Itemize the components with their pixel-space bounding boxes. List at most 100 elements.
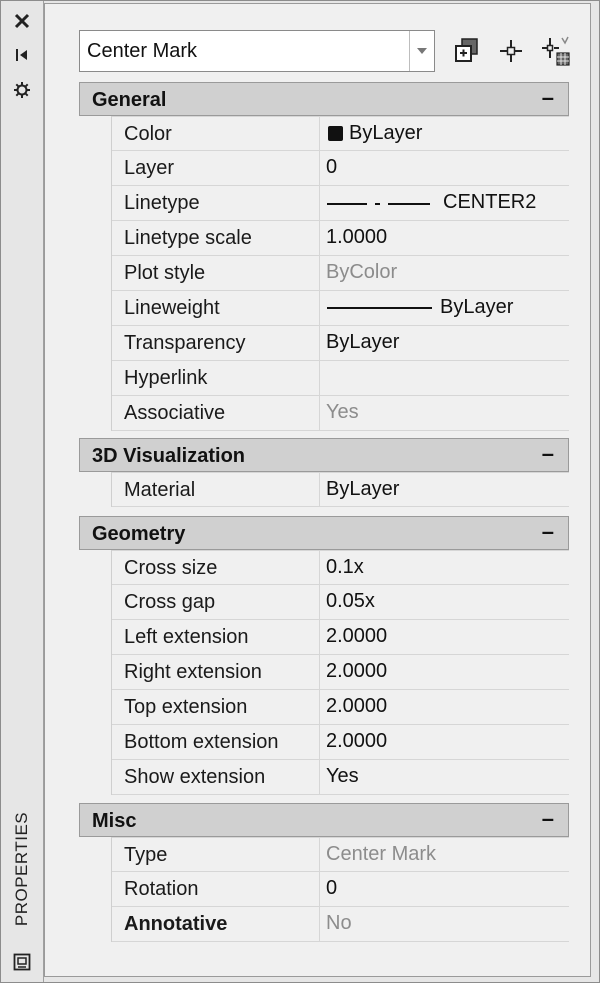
property-value-cross-size[interactable]: 0.1x: [319, 551, 569, 585]
property-value-text: ByLayer: [326, 331, 400, 353]
property-value-text: 2.0000: [326, 695, 388, 717]
property-row-bottom-extension[interactable]: Bottom extension 2.0000: [112, 725, 569, 760]
property-row-type[interactable]: Type Center Mark: [112, 837, 569, 872]
property-value-color[interactable]: ByLayer: [319, 117, 569, 151]
property-row-right-extension[interactable]: Right extension 2.0000: [112, 655, 569, 690]
palette-title: PROPERTIES: [7, 806, 37, 931]
property-label: Rotation: [124, 878, 199, 900]
section-3d-visualization-rows: Material ByLayer: [111, 472, 569, 507]
property-value-text: CENTER2: [443, 191, 537, 213]
property-label: Annotative: [124, 913, 228, 935]
property-label: Associative: [124, 402, 226, 424]
section-title-general: General: [92, 89, 167, 111]
property-row-plot-style[interactable]: Plot style ByColor: [112, 256, 569, 291]
property-value-text: No: [326, 912, 352, 934]
property-value-text: Center Mark: [326, 843, 437, 865]
property-label: Lineweight: [124, 297, 220, 319]
property-row-lineweight[interactable]: Lineweight ByLayer: [112, 291, 569, 326]
property-row-layer[interactable]: Layer 0: [112, 151, 569, 186]
property-row-annotative[interactable]: Annotative No: [112, 907, 569, 942]
property-label: Transparency: [124, 332, 246, 354]
property-row-cross-gap[interactable]: Cross gap 0.05x: [112, 585, 569, 620]
section-header-geometry[interactable]: Geometry –: [79, 516, 569, 550]
property-value-plot-style: ByColor: [319, 256, 569, 290]
selection-toolbar: Center Mark: [79, 30, 589, 76]
property-label: Top extension: [124, 696, 248, 718]
property-value-text: Yes: [326, 401, 359, 423]
property-label: Left extension: [124, 626, 249, 648]
property-value-text: ByColor: [326, 261, 398, 283]
property-value-top-extension[interactable]: 2.0000: [319, 690, 569, 724]
property-value-transparency[interactable]: ByLayer: [319, 326, 569, 360]
lineweight-preview-icon: [327, 307, 432, 309]
section-header-misc[interactable]: Misc –: [79, 803, 569, 837]
property-value-left-extension[interactable]: 2.0000: [319, 620, 569, 654]
property-value-text: 0.05x: [326, 590, 375, 612]
property-row-associative[interactable]: Associative Yes: [112, 396, 569, 431]
property-row-cross-size[interactable]: Cross size 0.1x: [112, 550, 569, 585]
property-value-layer[interactable]: 0: [319, 151, 569, 185]
property-row-color[interactable]: Color ByLayer: [112, 116, 569, 151]
collapse-icon[interactable]: –: [542, 85, 554, 111]
property-value-text: ByLayer: [440, 296, 514, 318]
property-value-text: 0.1x: [326, 556, 364, 578]
palette-menu-icon[interactable]: [10, 951, 34, 973]
auto-hide-icon[interactable]: [10, 44, 34, 66]
property-value-material[interactable]: ByLayer: [319, 473, 569, 507]
property-value-annotative: No: [319, 907, 569, 941]
property-label: Linetype: [124, 192, 200, 214]
linetype-preview-icon: [327, 203, 430, 205]
property-row-transparency[interactable]: Transparency ByLayer: [112, 326, 569, 361]
property-value-show-extension[interactable]: Yes: [319, 760, 569, 794]
close-icon[interactable]: [10, 10, 34, 32]
property-value-bottom-extension[interactable]: 2.0000: [319, 725, 569, 759]
property-value-text: 1.0000: [326, 226, 388, 248]
section-title-misc: Misc: [92, 810, 137, 832]
property-row-left-extension[interactable]: Left extension 2.0000: [112, 620, 569, 655]
collapse-icon[interactable]: –: [542, 806, 554, 832]
select-objects-icon[interactable]: [493, 33, 529, 69]
properties-palette: PROPERTIES Center Mark General – Color B…: [0, 0, 600, 983]
property-value-text: 2.0000: [326, 660, 388, 682]
property-row-top-extension[interactable]: Top extension 2.0000: [112, 690, 569, 725]
property-label: Hyperlink: [124, 367, 208, 389]
property-label: Material: [124, 479, 196, 501]
property-value-lineweight[interactable]: ByLayer: [319, 291, 569, 325]
section-geometry-rows: Cross size 0.1x Cross gap 0.05x Left ext…: [111, 550, 569, 795]
property-label: Plot style: [124, 262, 206, 284]
property-label: Cross size: [124, 557, 218, 579]
quick-select-icon[interactable]: [538, 33, 574, 69]
collapse-icon[interactable]: –: [542, 519, 554, 545]
property-row-rotation[interactable]: Rotation 0: [112, 872, 569, 907]
property-label: Right extension: [124, 661, 262, 683]
property-value-rotation[interactable]: 0: [319, 872, 569, 906]
property-value-text: 2.0000: [326, 730, 388, 752]
property-row-show-extension[interactable]: Show extension Yes: [112, 760, 569, 795]
property-value-linetype[interactable]: CENTER2: [319, 186, 569, 220]
property-row-linetype-scale[interactable]: Linetype scale 1.0000: [112, 221, 569, 256]
property-value-text: ByLayer: [326, 478, 400, 500]
toggle-pickadd-icon[interactable]: [449, 33, 485, 69]
object-type-value: Center Mark: [87, 40, 198, 62]
section-header-3d-visualization[interactable]: 3D Visualization –: [79, 438, 569, 472]
object-type-dropdown[interactable]: Center Mark: [79, 30, 435, 72]
section-header-general[interactable]: General –: [79, 82, 569, 116]
property-value-right-extension[interactable]: 2.0000: [319, 655, 569, 689]
property-row-material[interactable]: Material ByLayer: [112, 472, 569, 507]
gear-icon[interactable]: [10, 79, 34, 101]
section-title-3d-visualization: 3D Visualization: [92, 445, 246, 467]
property-value-type: Center Mark: [319, 838, 569, 872]
property-label: Cross gap: [124, 591, 216, 613]
property-value-linetype-scale[interactable]: 1.0000: [319, 221, 569, 255]
property-label: Type: [124, 844, 168, 866]
color-swatch-icon: [328, 126, 343, 141]
property-row-linetype[interactable]: Linetype CENTER2: [112, 186, 569, 221]
section-general-rows: Color ByLayer Layer 0 Linetype CENTER2 L…: [111, 116, 569, 431]
property-value-cross-gap[interactable]: 0.05x: [319, 585, 569, 619]
property-value-hyperlink[interactable]: [319, 361, 569, 395]
property-value-text: 2.0000: [326, 625, 388, 647]
property-row-hyperlink[interactable]: Hyperlink: [112, 361, 569, 396]
collapse-icon[interactable]: –: [542, 441, 554, 467]
section-misc-rows: Type Center Mark Rotation 0 Annotative N…: [111, 837, 569, 942]
chevron-down-icon[interactable]: [409, 31, 434, 71]
